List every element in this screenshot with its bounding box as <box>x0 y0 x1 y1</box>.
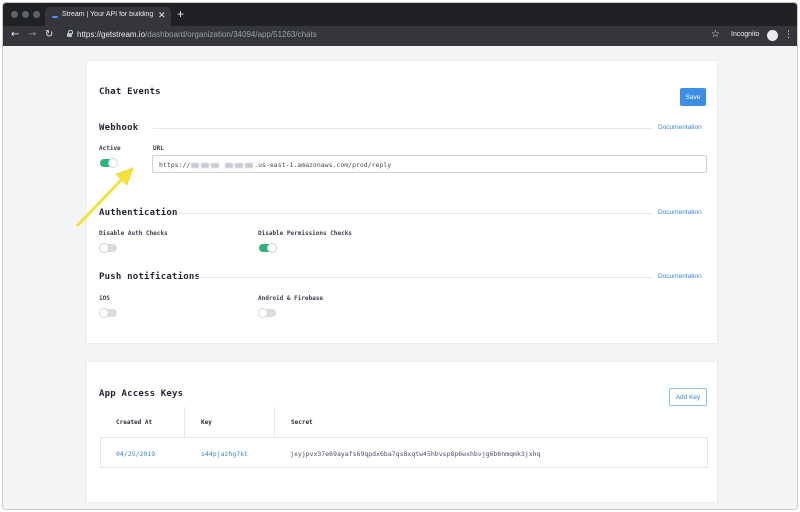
section-divider <box>179 213 653 214</box>
browser-toolbar: ← → ↻ https://getstream.io/dashboard/org… <box>3 26 797 46</box>
browser-titlebar: Stream | Your API for building s ✕ + <box>3 3 797 26</box>
column-divider <box>274 407 275 437</box>
authentication-documentation-link[interactable]: Documentation <box>658 209 702 216</box>
stream-favicon-icon <box>52 16 58 18</box>
disable-auth-checks-label: Disable Auth Checks <box>99 230 168 237</box>
android-firebase-label: Android & Firebase <box>258 295 324 302</box>
url-path: /dashboard/organization/34094/app/51263/… <box>145 30 317 39</box>
tab-close-icon[interactable]: ✕ <box>158 10 166 21</box>
webhook-url-input[interactable]: https:// .us-east-1.amazonaws.com/prod/r… <box>152 155 707 173</box>
new-tab-icon[interactable]: + <box>177 8 184 20</box>
address-bar[interactable]: https://getstream.io/dashboard/organizat… <box>77 30 317 39</box>
forward-arrow-icon[interactable]: → <box>28 29 36 41</box>
webhook-active-toggle[interactable] <box>100 158 118 168</box>
close-window-dot[interactable] <box>11 11 18 18</box>
browser-tab[interactable]: Stream | Your API for building s ✕ <box>45 7 171 26</box>
table-row: 04/25/2019 s44pjazhg7kt jxyjpvx37e69ayaf… <box>100 437 708 468</box>
chat-events-card: Chat Events Save Webhook Documentation A… <box>86 60 718 344</box>
ios-toggle[interactable] <box>99 308 117 318</box>
column-header-secret: Secret <box>291 419 313 426</box>
webhook-section-title: Webhook <box>99 123 139 133</box>
back-arrow-icon[interactable]: ← <box>11 29 19 41</box>
section-divider <box>153 128 653 129</box>
browser-window: Stream | Your API for building s ✕ + ← →… <box>2 2 798 510</box>
key-cell: s44pjazhg7kt <box>201 450 248 458</box>
save-button[interactable]: Save <box>680 88 706 106</box>
url-label: URL <box>153 145 164 152</box>
lock-icon <box>67 30 73 37</box>
secret-cell: jxyjpvx37e69ayafs69qpdx6ba7qs8xqtw45hbvs… <box>290 450 541 458</box>
page-content: Chat Events Save Webhook Documentation A… <box>3 46 797 509</box>
webhook-documentation-link[interactable]: Documentation <box>658 124 702 131</box>
chat-events-title: Chat Events <box>99 87 161 97</box>
android-firebase-toggle[interactable] <box>258 308 276 318</box>
column-divider <box>184 407 185 437</box>
app-access-keys-card: App Access Keys Add Key Created At Key S… <box>86 361 718 503</box>
ios-label: iOS <box>99 295 110 302</box>
column-header-key: Key <box>201 419 212 426</box>
webhook-url-value: https:// .us-east-1.amazonaws.com/prod/r… <box>159 161 392 169</box>
add-key-button[interactable]: Add Key <box>669 388 707 406</box>
push-notifications-section-title: Push notifications <box>99 272 201 282</box>
section-divider <box>195 277 653 278</box>
incognito-avatar-icon[interactable] <box>767 30 778 41</box>
bookmark-star-icon[interactable]: ☆ <box>711 29 720 40</box>
minimize-window-dot[interactable] <box>22 11 29 18</box>
disable-auth-checks-toggle[interactable] <box>99 243 117 253</box>
authentication-section-title: Authentication <box>99 208 178 218</box>
disable-permissions-checks-toggle[interactable] <box>259 243 277 253</box>
created-at-cell: 04/25/2019 <box>116 450 156 458</box>
column-header-created-at: Created At <box>116 419 153 426</box>
app-access-keys-title: App Access Keys <box>99 389 184 399</box>
active-label: Active <box>99 145 121 152</box>
tab-title: Stream | Your API for building s <box>62 11 154 18</box>
incognito-label: Incognito <box>731 31 760 38</box>
url-host: https://getstream.io <box>77 30 146 39</box>
browser-menu-icon[interactable]: ⋮ <box>784 29 793 41</box>
disable-permissions-checks-label: Disable Permissions Checks <box>258 230 352 237</box>
reload-icon[interactable]: ↻ <box>45 29 53 41</box>
maximize-window-dot[interactable] <box>33 11 40 18</box>
push-documentation-link[interactable]: Documentation <box>658 273 702 280</box>
